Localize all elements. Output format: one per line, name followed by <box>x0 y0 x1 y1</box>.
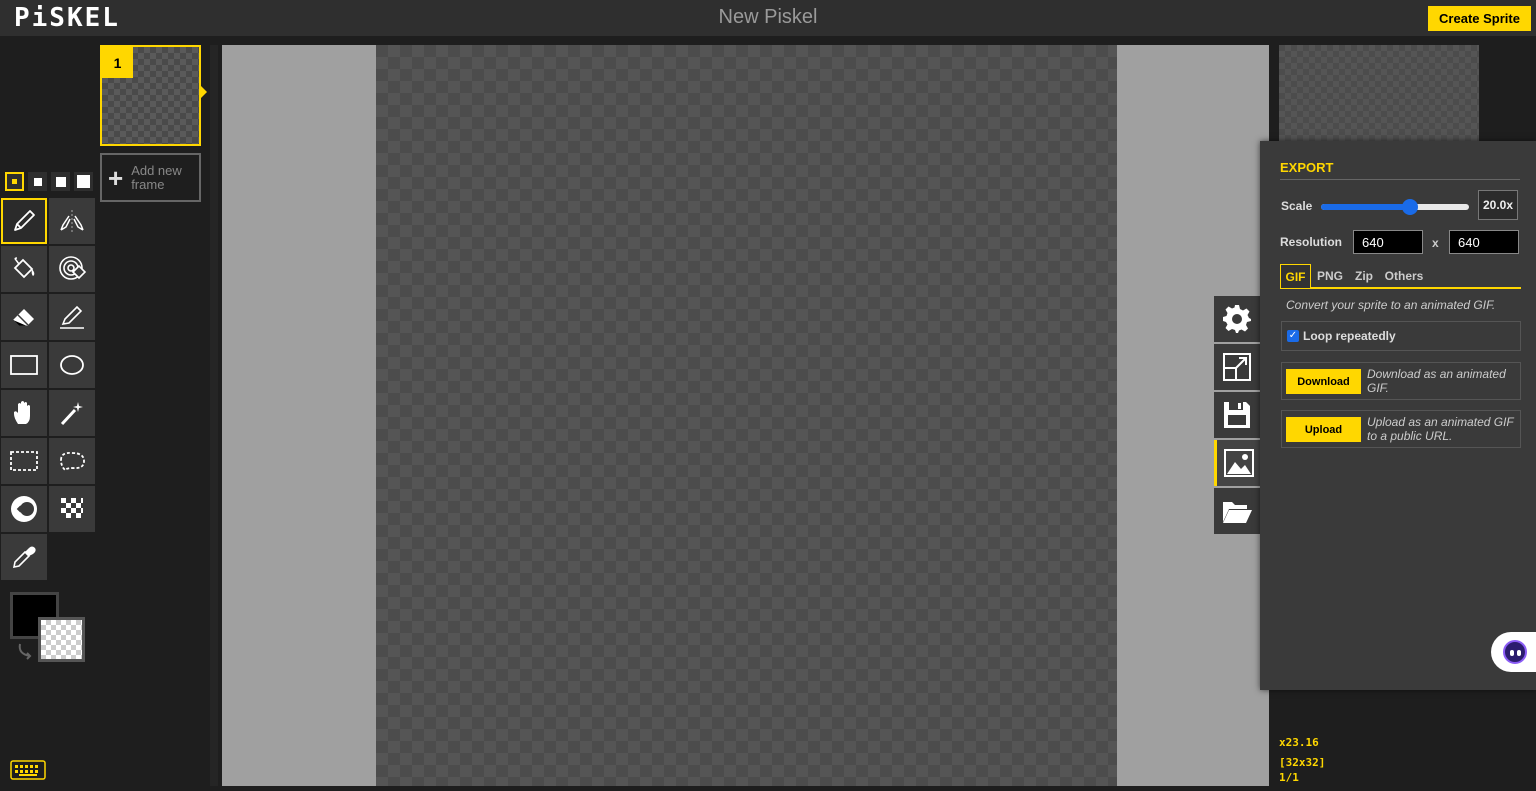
tab-gif[interactable]: GIF <box>1280 264 1311 288</box>
resolution-x-separator: x <box>1432 236 1439 250</box>
assistant-chat-button[interactable] <box>1491 632 1536 672</box>
rectangle-selection-tool[interactable] <box>1 438 47 484</box>
keyboard-shortcuts-icon[interactable] <box>10 760 46 780</box>
lighten-tool[interactable] <box>1 486 47 532</box>
pen-icon <box>14 210 35 231</box>
pen-size-selector <box>5 172 93 191</box>
add-frame-label-line1: Add new <box>131 162 182 178</box>
paint-same-color-tool[interactable] <box>49 246 95 292</box>
create-sprite-button[interactable]: Create Sprite <box>1428 6 1531 31</box>
pen-size-4[interactable] <box>74 172 93 191</box>
save-tab[interactable] <box>1214 392 1260 438</box>
export-title: EXPORT <box>1280 160 1334 175</box>
secondary-color-swatch[interactable] <box>38 617 85 662</box>
lasso-icon <box>60 451 85 472</box>
import-tab[interactable] <box>1214 488 1260 534</box>
plus-icon: + <box>108 162 124 193</box>
mirror-pen-icon <box>60 210 84 234</box>
tab-zip[interactable]: Zip <box>1350 264 1378 288</box>
eyedropper-icon <box>12 546 36 569</box>
swap-colors-icon[interactable] <box>14 640 36 662</box>
canvas-size: [32x32] <box>1279 756 1326 769</box>
circle-icon <box>60 355 84 375</box>
resolution-width-input[interactable] <box>1353 230 1423 254</box>
folder-open-icon <box>1223 502 1252 523</box>
add-frame-label-line2: frame <box>131 176 165 192</box>
paint-bucket-tool[interactable] <box>1 246 47 292</box>
export-format-tabs: GIF PNG Zip Others <box>1280 264 1521 289</box>
line-pen-icon <box>60 305 84 329</box>
tab-png[interactable]: PNG <box>1313 264 1347 288</box>
dithering-tool[interactable] <box>49 486 95 532</box>
image-export-icon <box>1223 449 1254 477</box>
resolution-height-input[interactable] <box>1449 230 1519 254</box>
sprite-title[interactable]: New Piskel <box>0 6 1536 29</box>
download-description: Download as an animated GIF. <box>1367 367 1506 395</box>
scale-slider[interactable] <box>1321 199 1469 215</box>
frames-scrollbar[interactable] <box>210 45 218 786</box>
magic-wand-icon <box>60 402 83 426</box>
zoom-level: x23.16 <box>1279 736 1319 749</box>
loop-label: Loop repeatedly <box>1303 329 1396 343</box>
pen-size-3[interactable] <box>51 172 70 191</box>
export-description: Convert your sprite to an animated GIF. <box>1286 298 1496 312</box>
export-panel: EXPORT Scale 20.0x Resolution x GIF PNG … <box>1260 141 1536 690</box>
resize-icon <box>1223 353 1251 381</box>
eraser-icon <box>12 309 34 327</box>
circle-tool[interactable] <box>49 342 95 388</box>
gear-icon <box>1223 305 1251 333</box>
upload-description: Upload as an animated GIF to a public UR… <box>1367 415 1514 443</box>
download-button[interactable]: Download <box>1286 369 1361 394</box>
add-new-frame-button[interactable]: + Add new frame <box>100 153 201 202</box>
upload-option: Upload Upload as an animated GIF to a pu… <box>1281 410 1521 448</box>
app-root: { "header": { "logo": "PiSKEL", "title":… <box>0 0 1536 791</box>
checker-icon <box>61 498 83 518</box>
lasso-selection-tool[interactable] <box>49 438 95 484</box>
settings-tab[interactable] <box>1214 296 1260 342</box>
move-tool[interactable] <box>1 390 47 436</box>
save-icon <box>1224 402 1250 428</box>
assistant-face-icon <box>1503 640 1527 664</box>
scale-label: Scale <box>1281 199 1313 213</box>
eraser-tool[interactable] <box>1 294 47 340</box>
hand-icon <box>14 401 30 424</box>
scale-value: 20.0x <box>1478 190 1518 220</box>
frame-thumbnail-1[interactable]: 1 <box>100 45 201 146</box>
top-bar: PiSKEL New Piskel Create Sprite <box>0 0 1536 36</box>
frame-counter: 1/1 <box>1279 771 1299 784</box>
color-picker-tool[interactable] <box>1 534 47 580</box>
bucket-icon <box>13 257 35 279</box>
animation-preview[interactable] <box>1279 45 1479 141</box>
pen-tool[interactable] <box>1 198 47 244</box>
target-bucket-icon <box>59 256 87 280</box>
loop-option[interactable]: ✓ Loop repeatedly <box>1281 321 1521 351</box>
rect-select-icon <box>10 451 38 471</box>
pen-size-2[interactable] <box>28 172 47 191</box>
stroke-tool[interactable] <box>49 294 95 340</box>
pen-size-1[interactable] <box>5 172 24 191</box>
current-frame-arrow-icon <box>201 86 207 98</box>
rectangle-icon <box>10 355 38 375</box>
shape-selection-tool[interactable] <box>49 390 95 436</box>
drawing-canvas[interactable] <box>376 45 1117 786</box>
loop-checkbox[interactable]: ✓ <box>1287 330 1299 342</box>
download-option: Download Download as an animated GIF. <box>1281 362 1521 400</box>
scale-slider-fill <box>1321 204 1410 210</box>
tab-others[interactable]: Others <box>1382 264 1426 288</box>
piskel-logo[interactable]: PiSKEL <box>14 3 120 33</box>
frame-number-badge: 1 <box>102 47 133 78</box>
lighten-icon <box>11 496 37 522</box>
scale-slider-handle[interactable] <box>1401 199 1418 215</box>
export-tab[interactable] <box>1214 440 1260 486</box>
resolution-label: Resolution <box>1280 235 1342 249</box>
rectangle-tool[interactable] <box>1 342 47 388</box>
vertical-mirror-pen-tool[interactable] <box>49 198 95 244</box>
upload-button[interactable]: Upload <box>1286 417 1361 442</box>
resize-tab[interactable] <box>1214 344 1260 390</box>
